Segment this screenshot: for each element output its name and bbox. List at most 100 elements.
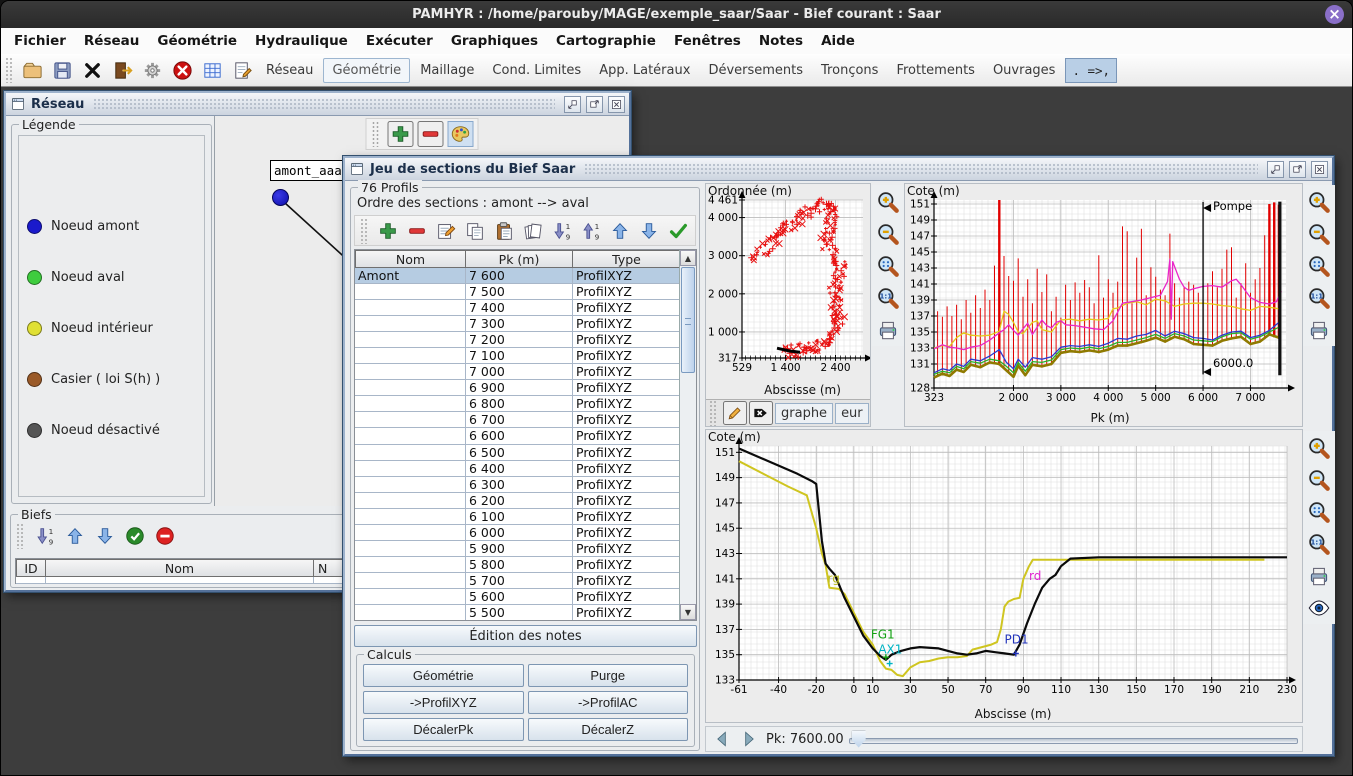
zoom-one-button[interactable]: 1:1	[1305, 529, 1334, 558]
table-row[interactable]: 7 000ProfilXYZ	[355, 364, 679, 380]
open-folder-button[interactable]	[18, 56, 46, 84]
d-calerz-button[interactable]: DécalerZ	[528, 718, 689, 741]
menu-graphiques[interactable]: Graphiques	[442, 33, 547, 49]
toolbar-grip[interactable]	[709, 400, 717, 426]
menu-fichier[interactable]: Fichier	[5, 33, 75, 49]
d-calerpk-button[interactable]: DécalerPk	[363, 718, 524, 741]
pk-slider-track[interactable]	[849, 731, 1298, 748]
toolbar-grip[interactable]	[360, 218, 368, 244]
sections-titlebar[interactable]: Jeu de sections du Bief Saar	[345, 158, 1332, 181]
table-row[interactable]: 7 200ProfilXYZ	[355, 332, 679, 348]
menu-fen-tres[interactable]: Fenêtres	[665, 33, 750, 49]
check-circle-button[interactable]	[122, 523, 148, 549]
print-button[interactable]	[1305, 561, 1334, 590]
zoom-one-button[interactable]: 1:1	[1305, 283, 1334, 312]
check-green-button[interactable]	[665, 218, 691, 244]
settings-gear-button[interactable]	[138, 56, 166, 84]
quit-door-button[interactable]	[108, 56, 136, 84]
notes-edit-button[interactable]	[228, 56, 256, 84]
zoom-out-button[interactable]	[874, 219, 903, 248]
table-row[interactable]: 5 900ProfilXYZ	[355, 541, 679, 557]
sort-down-19-button[interactable]: 19	[32, 523, 58, 549]
zoom-one-button[interactable]: 1:1	[874, 283, 903, 312]
profilac-button[interactable]: ->ProfilAC	[528, 691, 689, 714]
table-row[interactable]: 6 500ProfilXYZ	[355, 445, 679, 461]
pencil-button[interactable]	[723, 401, 747, 425]
plus-green-button[interactable]	[375, 218, 401, 244]
stop-red-button[interactable]	[168, 56, 196, 84]
zoom-fit-button[interactable]	[1305, 497, 1334, 526]
toolbar-tron-ons[interactable]: Tronçons	[813, 59, 886, 82]
reseau-titlebar[interactable]: Réseau	[6, 93, 629, 116]
long-profile-plot[interactable]: 3232 0003 0004 0005 0006 0007 0001281311…	[905, 184, 1302, 427]
table-row[interactable]: 5 500ProfilXYZ	[355, 605, 679, 620]
table-row[interactable]: 6 000ProfilXYZ	[355, 525, 679, 541]
close-window-button[interactable]	[608, 96, 625, 113]
menu-ex-cuter[interactable]: Exécuter	[357, 33, 442, 49]
toolbar-cond-limites[interactable]: Cond. Limites	[484, 59, 589, 82]
arrow-down-blue-button[interactable]	[92, 523, 118, 549]
menu-r-seau[interactable]: Réseau	[75, 33, 148, 49]
scroll-thumb[interactable]	[681, 267, 695, 373]
scroll-up-button[interactable]: ▲	[680, 250, 696, 266]
table-row[interactable]: 5 800ProfilXYZ	[355, 557, 679, 573]
close-window-button[interactable]	[1311, 161, 1328, 178]
minus-red-button[interactable]	[404, 218, 430, 244]
iconify-button[interactable]	[564, 96, 581, 113]
arrow-up-blue-button[interactable]	[62, 523, 88, 549]
print-button[interactable]	[874, 315, 903, 344]
table-grid-button[interactable]	[198, 56, 226, 84]
menu-g-om-trie[interactable]: Géométrie	[148, 33, 246, 49]
os-close-button[interactable]: ×	[1325, 5, 1344, 24]
zoom-in-button[interactable]	[874, 187, 903, 216]
save-floppy-button[interactable]	[48, 56, 76, 84]
table-row[interactable]: 6 300ProfilXYZ	[355, 477, 679, 493]
toolbar-r-seau[interactable]: Réseau	[258, 59, 321, 82]
table-row[interactable]: 7 400ProfilXYZ	[355, 300, 679, 316]
table-row[interactable]: 5 600ProfilXYZ	[355, 589, 679, 605]
table-row[interactable]: 7 100ProfilXYZ	[355, 348, 679, 364]
next-profile-button[interactable]	[737, 728, 761, 750]
eye-button[interactable]	[1305, 593, 1334, 622]
toolbar-maillage[interactable]: Maillage	[412, 59, 482, 82]
toolbar-item[interactable]: . =>,	[1065, 58, 1117, 83]
menu-hydraulique[interactable]: Hydraulique	[246, 33, 357, 49]
profilxyz-button[interactable]: ->ProfilXYZ	[363, 691, 524, 714]
toolbar-g-om-trie[interactable]: Géométrie	[323, 58, 410, 83]
table-row[interactable]: 6 800ProfilXYZ	[355, 396, 679, 412]
arrow-up-blue-button[interactable]	[607, 218, 633, 244]
plan-plot[interactable]: 5291 4002 4003171 0002 0003 0004 0004 46…	[706, 184, 870, 402]
table-row[interactable]: Amont7 600ProfilXYZ	[355, 268, 679, 284]
paste-clipboard-button[interactable]	[491, 218, 517, 244]
maximize-button[interactable]	[586, 96, 603, 113]
node-label[interactable]: amont_aaa	[270, 160, 346, 181]
tab-eur[interactable]: eur	[835, 403, 869, 424]
zoom-fit-button[interactable]	[1305, 251, 1334, 280]
plus-green-button[interactable]	[388, 121, 414, 147]
print-button[interactable]	[1305, 315, 1334, 344]
g-om-trie-button[interactable]: Géométrie	[363, 664, 524, 687]
toolbar-grip[interactable]	[16, 523, 24, 549]
table-row[interactable]: 6 600ProfilXYZ	[355, 428, 679, 444]
zoom-in-button[interactable]	[1305, 187, 1334, 216]
menu-aide[interactable]: Aide	[812, 33, 864, 49]
arrow-down-blue-button[interactable]	[636, 218, 662, 244]
close-x-button[interactable]	[78, 56, 106, 84]
toolbar-frottements[interactable]: Frottements	[888, 59, 983, 82]
menu-cartographie[interactable]: Cartographie	[547, 33, 665, 49]
zoom-out-button[interactable]	[1305, 465, 1334, 494]
menu-notes[interactable]: Notes	[750, 33, 812, 49]
toolbar-ouvrages[interactable]: Ouvrages	[985, 59, 1064, 82]
table-row[interactable]: 6 100ProfilXYZ	[355, 509, 679, 525]
tab-graphe[interactable]: graphe	[775, 403, 833, 424]
zoom-in-button[interactable]	[1305, 433, 1334, 462]
upstream-node[interactable]	[272, 189, 289, 206]
previous-profile-button[interactable]	[710, 728, 734, 750]
iconify-button[interactable]	[1267, 161, 1284, 178]
palette-button[interactable]	[448, 121, 474, 147]
copy-pages-button[interactable]	[462, 218, 488, 244]
toolbar-grip[interactable]	[5, 57, 13, 83]
table-row[interactable]: 6 900ProfilXYZ	[355, 380, 679, 396]
table-scrollbar[interactable]: ▲ ▼	[679, 250, 696, 620]
toolbar-d-versements[interactable]: Déversements	[700, 59, 811, 82]
